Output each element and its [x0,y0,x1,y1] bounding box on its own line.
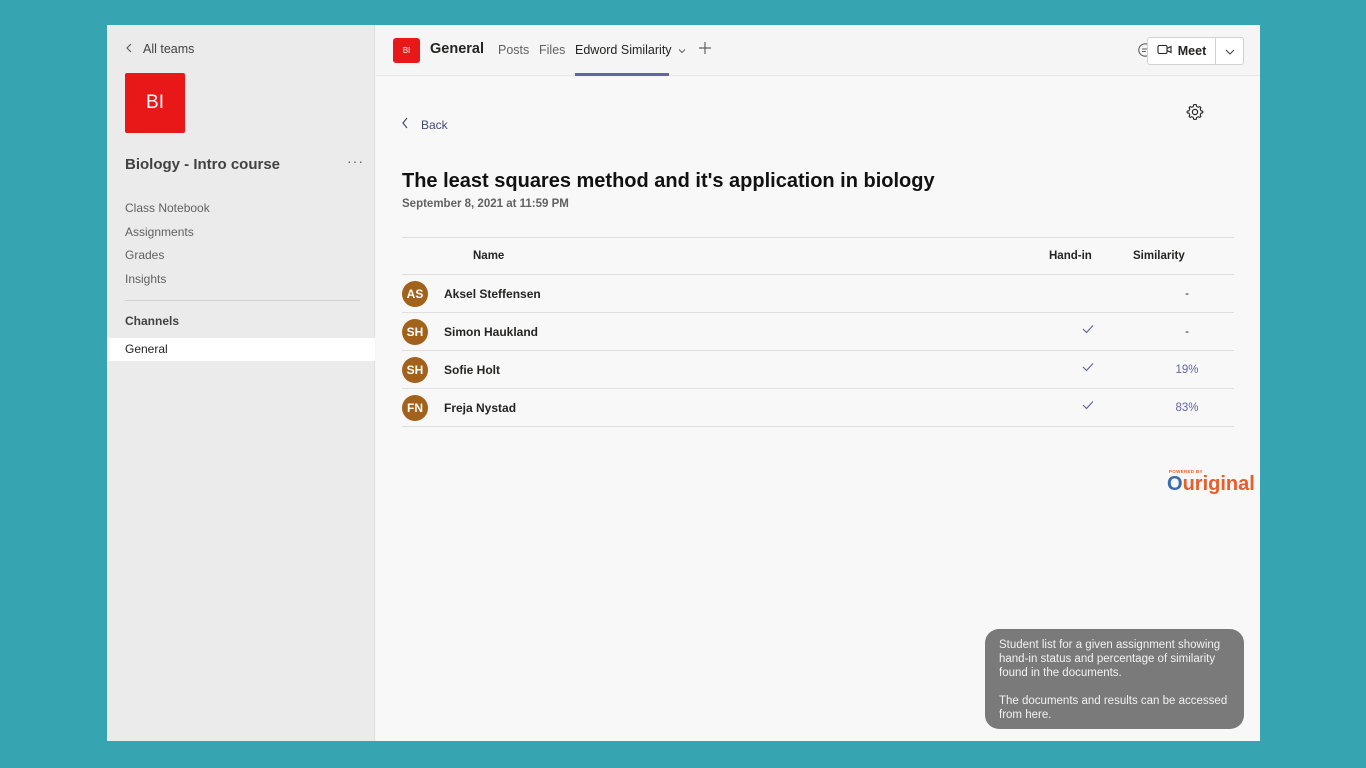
similarity-value: - [1185,326,1189,338]
nav-assignments[interactable]: Assignments [125,221,210,245]
add-tab-icon[interactable] [698,38,712,61]
chevron-down-icon [675,43,686,57]
avatar: SH [402,357,428,383]
avatar: SH [402,319,428,345]
tab-edword-similarity-label: Edword Similarity [575,43,672,57]
logo-wordmark: Ouriginal [1167,473,1255,495]
chevron-down-icon [1225,42,1235,60]
chevron-left-icon [125,42,133,56]
logo-o: O [1167,473,1183,495]
video-camera-icon [1157,44,1172,58]
similarity-link[interactable]: 19% [1162,364,1212,376]
channel-general[interactable]: General [107,338,375,361]
channel-avatar: BI [393,38,420,63]
column-similarity[interactable]: Similarity [1133,250,1185,262]
meet-dropdown-button[interactable] [1216,38,1243,64]
team-nav: Class Notebook Assignments Grades Insigh… [125,197,210,291]
annotation-tooltip: Student list for a given assignment show… [985,629,1244,729]
channels-heading: Channels [125,314,180,328]
student-name[interactable]: Aksel Steffensen [444,287,541,301]
all-teams-label: All teams [143,42,195,56]
tab-files[interactable]: Files [539,43,565,57]
table-row[interactable]: SH Sofie Holt 19% [402,351,1234,389]
channel-title: General [430,41,484,57]
more-options-icon[interactable]: ··· [347,153,364,169]
column-name[interactable]: Name [473,250,504,262]
back-label: Back [421,117,448,132]
checkmark-icon [1082,360,1094,375]
all-teams-link[interactable]: All teams [125,42,194,56]
tooltip-text-2: The documents and results can be accesse… [999,695,1228,721]
assignment-due-date: September 8, 2021 at 11:59 PM [402,198,569,210]
team-name: Biology - Intro course [125,156,281,173]
table-header: Name Hand-in Similarity [402,237,1234,275]
column-hand-in[interactable]: Hand-in [1049,250,1092,262]
logo-rest: uriginal [1182,473,1255,495]
avatar: AS [402,281,428,307]
meet-button: Meet [1147,37,1244,65]
tooltip-text-1: Student list for a given assignment show… [999,639,1221,679]
similarity-link[interactable]: 83% [1162,402,1212,414]
sidebar: All teams BI Biology - Intro course ··· … [107,25,375,741]
tab-posts[interactable]: Posts [498,43,529,57]
back-button[interactable]: Back [401,117,448,132]
meet-label: Meet [1177,44,1207,58]
table-row[interactable]: FN Freja Nystad 83% [402,389,1234,427]
assignment-title: The least squares method and it's applic… [402,170,935,192]
table-row[interactable]: AS Aksel Steffensen - [402,275,1234,313]
active-tab-indicator [575,73,669,76]
settings-gear-icon[interactable] [1186,103,1204,126]
checkmark-icon [1082,398,1094,413]
nav-class-notebook[interactable]: Class Notebook [125,197,210,221]
avatar: FN [402,395,428,421]
student-name[interactable]: Simon Haukland [444,325,538,339]
sidebar-divider [125,300,360,301]
channel-header: BI General Posts Files Edword Similarity [376,25,1260,76]
nav-grades[interactable]: Grades [125,244,210,268]
nav-insights[interactable]: Insights [125,268,210,292]
student-name[interactable]: Sofie Holt [444,363,500,377]
student-name[interactable]: Freja Nystad [444,401,516,415]
ouriginal-logo: POWERED BY Ouriginal [1167,469,1255,495]
table-row[interactable]: SH Simon Haukland - [402,313,1234,351]
student-table: Name Hand-in Similarity AS Aksel Steffen… [402,237,1234,427]
checkmark-icon [1082,322,1094,337]
similarity-value: - [1185,288,1189,300]
tab-edword-similarity[interactable]: Edword Similarity [575,43,686,57]
chevron-left-icon [401,117,409,132]
team-avatar: BI [125,73,185,133]
meet-now-button[interactable]: Meet [1148,38,1216,64]
